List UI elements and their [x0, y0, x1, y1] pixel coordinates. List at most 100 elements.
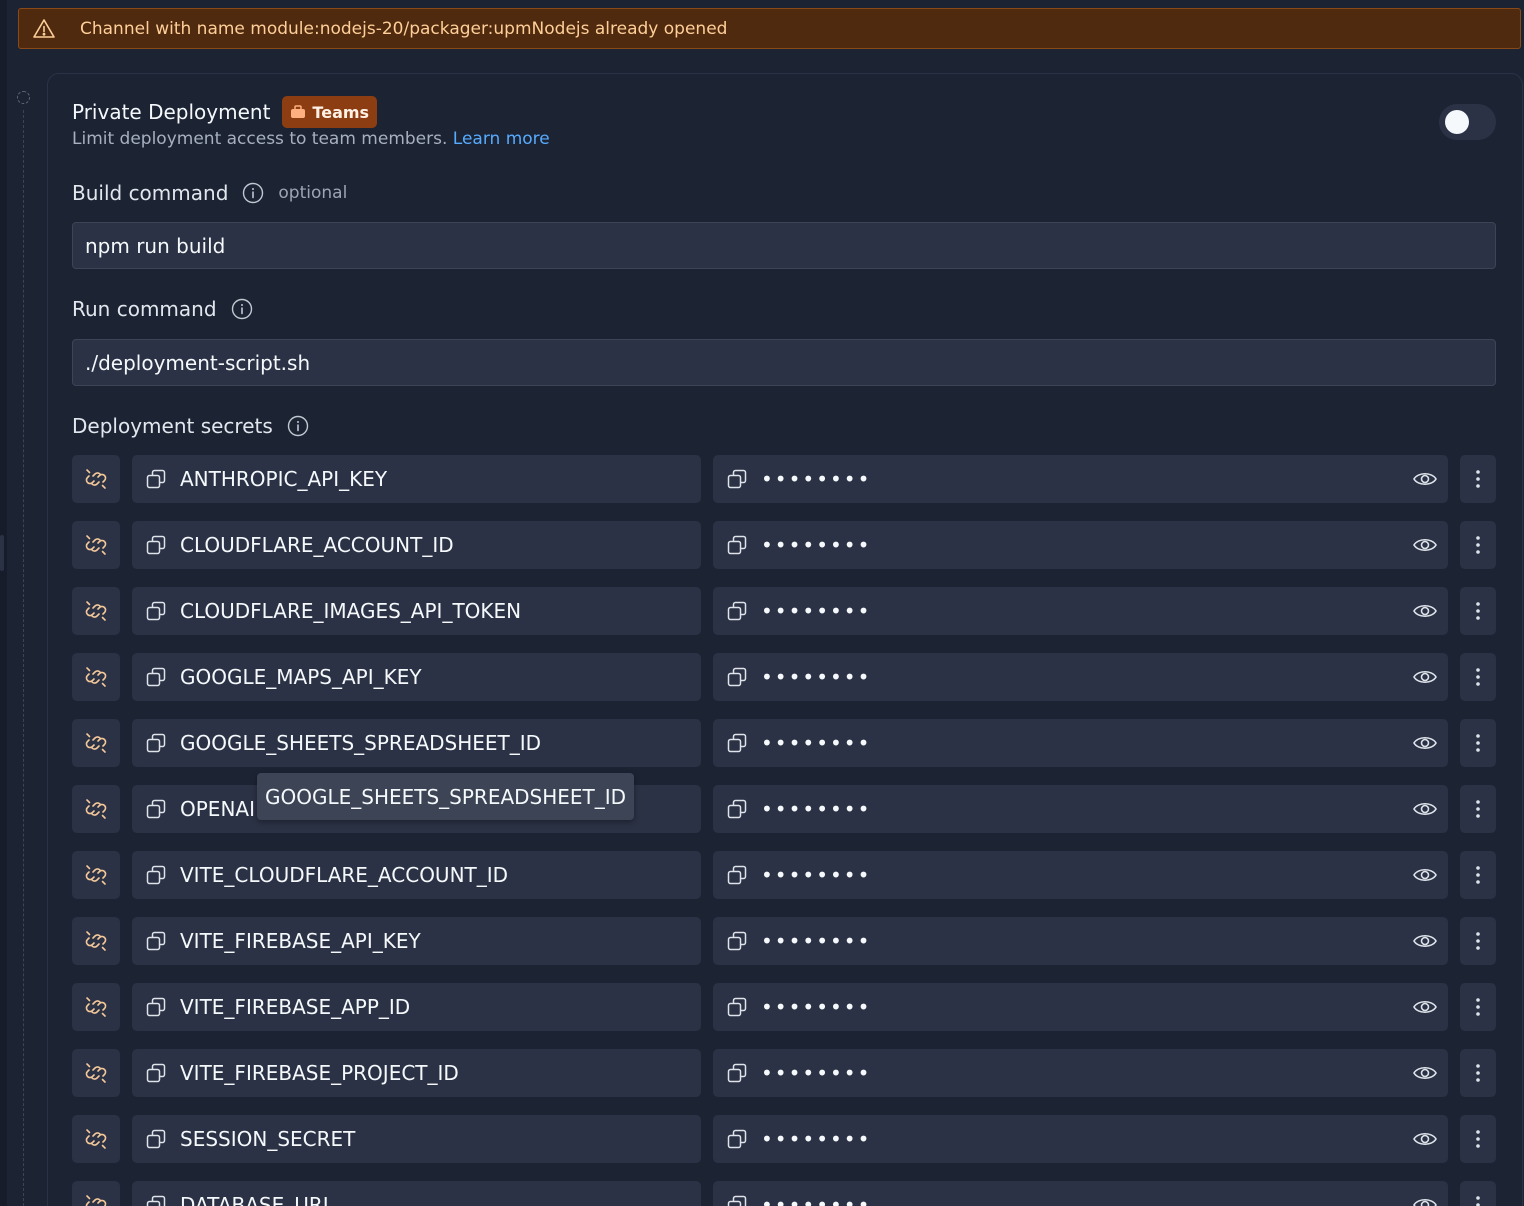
secret-key-field[interactable]: ANTHROPIC_API_KEY [132, 455, 701, 503]
copy-icon[interactable] [144, 995, 168, 1019]
linked-secret-button[interactable] [72, 719, 120, 767]
more-options-button[interactable] [1460, 983, 1496, 1031]
deployment-secrets-label: Deployment secrets [72, 414, 273, 438]
secret-key-field[interactable]: CLOUDFLARE_ACCOUNT_ID [132, 521, 701, 569]
copy-icon[interactable] [725, 1127, 749, 1151]
secret-key-field[interactable]: VITE_FIREBASE_APP_ID [132, 983, 701, 1031]
copy-icon[interactable] [725, 995, 749, 1019]
secret-key-field[interactable]: GOOGLE_SHEETS_SPREADSHEET_ID [132, 719, 701, 767]
copy-icon[interactable] [144, 665, 168, 689]
secret-value-field[interactable]: •••••••• [713, 851, 1448, 899]
copy-icon[interactable] [144, 533, 168, 557]
copy-icon[interactable] [144, 1193, 168, 1206]
key-tooltip: GOOGLE_SHEETS_SPREADSHEET_ID [257, 773, 635, 820]
copy-icon[interactable] [725, 467, 749, 491]
secret-value-field[interactable]: •••••••• [713, 785, 1448, 833]
copy-icon[interactable] [144, 1127, 168, 1151]
eye-icon[interactable] [1412, 533, 1438, 557]
linked-secret-button[interactable] [72, 653, 120, 701]
eye-icon[interactable] [1412, 731, 1438, 755]
copy-icon[interactable] [725, 533, 749, 557]
secret-value-field[interactable]: •••••••• [713, 1049, 1448, 1097]
eye-icon[interactable] [1412, 1127, 1438, 1151]
linked-secret-button[interactable] [72, 983, 120, 1031]
eye-icon[interactable] [1412, 929, 1438, 953]
eye-icon[interactable] [1412, 863, 1438, 887]
copy-icon[interactable] [725, 1061, 749, 1085]
secret-key-field[interactable]: CLOUDFLARE_IMAGES_API_TOKEN [132, 587, 701, 635]
run-command-input[interactable]: ./deployment-script.sh [72, 339, 1496, 386]
copy-icon[interactable] [144, 863, 168, 887]
copy-icon[interactable] [725, 863, 749, 887]
linked-secret-button[interactable] [72, 521, 120, 569]
more-options-button[interactable] [1460, 719, 1496, 767]
copy-icon[interactable] [725, 665, 749, 689]
copy-icon[interactable] [144, 1061, 168, 1085]
secret-value-field[interactable]: •••••••• [713, 1115, 1448, 1163]
eye-icon[interactable] [1412, 995, 1438, 1019]
eye-icon[interactable] [1412, 467, 1438, 491]
secret-key-text: SESSION_SECRET [180, 1127, 356, 1151]
linked-secret-button[interactable] [72, 455, 120, 503]
secret-key-text: GOOGLE_MAPS_API_KEY [180, 665, 422, 689]
secret-value-field[interactable]: •••••••• [713, 917, 1448, 965]
copy-icon[interactable] [144, 797, 168, 821]
eye-icon[interactable] [1412, 797, 1438, 821]
linked-secret-button[interactable] [72, 1181, 120, 1206]
eye-icon[interactable] [1412, 1061, 1438, 1085]
copy-icon[interactable] [144, 599, 168, 623]
linked-secret-button[interactable] [72, 1115, 120, 1163]
secret-value-field[interactable]: •••••••• [713, 1181, 1448, 1206]
copy-icon[interactable] [144, 731, 168, 755]
secret-value-field[interactable]: •••••••• [713, 587, 1448, 635]
info-icon[interactable] [242, 182, 264, 204]
copy-icon[interactable] [725, 599, 749, 623]
eye-icon[interactable] [1412, 1193, 1438, 1206]
secret-value-field[interactable]: •••••••• [713, 983, 1448, 1031]
linked-secret-button[interactable] [72, 1049, 120, 1097]
more-options-button[interactable] [1460, 587, 1496, 635]
copy-icon[interactable] [725, 1193, 749, 1206]
secret-row: VITE_FIREBASE_PROJECT_ID •••••••• [72, 1049, 1496, 1097]
eye-icon[interactable] [1412, 665, 1438, 689]
secret-key-field[interactable]: DATABASE_URL [132, 1181, 701, 1206]
more-options-button[interactable] [1460, 653, 1496, 701]
secret-value-field[interactable]: •••••••• [713, 455, 1448, 503]
link-icon [83, 598, 109, 624]
resize-handle[interactable] [0, 535, 4, 571]
linked-secret-button[interactable] [72, 587, 120, 635]
copy-icon[interactable] [144, 467, 168, 491]
secret-key-field[interactable]: VITE_FIREBASE_PROJECT_ID [132, 1049, 701, 1097]
secret-value-field[interactable]: •••••••• [713, 653, 1448, 701]
linked-secret-button[interactable] [72, 917, 120, 965]
teams-badge: Teams [282, 96, 378, 128]
secret-value-field[interactable]: •••••••• [713, 521, 1448, 569]
more-options-button[interactable] [1460, 455, 1496, 503]
secret-key-field[interactable]: SESSION_SECRET [132, 1115, 701, 1163]
more-options-button[interactable] [1460, 1115, 1496, 1163]
more-options-button[interactable] [1460, 851, 1496, 899]
kebab-menu-icon [1475, 996, 1481, 1018]
build-command-input[interactable]: npm run build [72, 222, 1496, 269]
secret-key-field[interactable]: VITE_CLOUDFLARE_ACCOUNT_ID [132, 851, 701, 899]
info-icon[interactable] [231, 298, 253, 320]
more-options-button[interactable] [1460, 785, 1496, 833]
run-command-label: Run command [72, 297, 217, 321]
private-deployment-toggle[interactable] [1439, 104, 1496, 140]
copy-icon[interactable] [725, 731, 749, 755]
secret-key-field[interactable]: GOOGLE_MAPS_API_KEY [132, 653, 701, 701]
secret-key-field[interactable]: VITE_FIREBASE_API_KEY [132, 917, 701, 965]
more-options-button[interactable] [1460, 1049, 1496, 1097]
info-icon[interactable] [287, 415, 309, 437]
copy-icon[interactable] [725, 929, 749, 953]
learn-more-link[interactable]: Learn more [453, 129, 550, 149]
secret-value-field[interactable]: •••••••• [713, 719, 1448, 767]
more-options-button[interactable] [1460, 521, 1496, 569]
eye-icon[interactable] [1412, 599, 1438, 623]
copy-icon[interactable] [725, 797, 749, 821]
more-options-button[interactable] [1460, 917, 1496, 965]
copy-icon[interactable] [144, 929, 168, 953]
linked-secret-button[interactable] [72, 851, 120, 899]
more-options-button[interactable] [1460, 1181, 1496, 1206]
linked-secret-button[interactable] [72, 785, 120, 833]
